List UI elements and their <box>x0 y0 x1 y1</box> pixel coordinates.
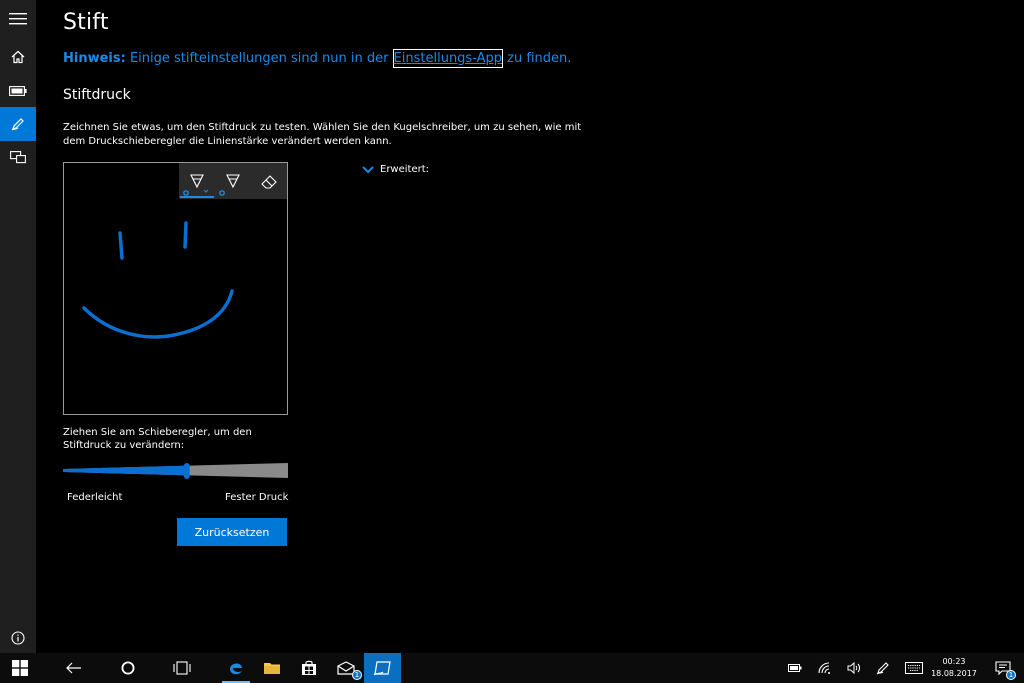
settings-app-link[interactable]: Einstellungs-App <box>392 49 504 68</box>
hint-text-after: zu finden. <box>503 51 572 66</box>
volume-icon[interactable] <box>843 653 865 683</box>
mail-badge: 1 <box>352 670 362 680</box>
navigation-rail <box>0 0 36 653</box>
pressure-slider[interactable] <box>63 461 288 481</box>
hint-text: Hinweis: Einige stifteinstellungen sind … <box>63 49 572 68</box>
slider-label: Ziehen Sie am Schieberegler, um den Stif… <box>63 427 252 451</box>
store-icon[interactable] <box>291 653 327 683</box>
eraser-icon[interactable] <box>251 163 287 199</box>
ink-drawing <box>82 221 234 339</box>
page-title: Stift <box>63 10 109 35</box>
pen-app-icon[interactable] <box>364 653 401 683</box>
ballpoint-pen-icon[interactable] <box>179 163 215 199</box>
devices-icon[interactable] <box>0 140 36 174</box>
network-icon[interactable] <box>814 653 836 683</box>
pen-icon[interactable] <box>0 107 36 141</box>
section-description: Zeichnen Sie etwas, um den Stiftdruck zu… <box>63 122 582 147</box>
info-icon[interactable] <box>0 621 36 655</box>
advanced-expander[interactable]: Erweitert: <box>362 164 429 175</box>
notification-badge: 1 <box>1006 670 1016 680</box>
taskbar: 1 00:23 18.08.2017 1 <box>0 653 1024 683</box>
keyboard-icon[interactable] <box>902 653 926 683</box>
slider-min-label: Federleicht <box>67 492 123 503</box>
hint-text-before: Einige stifteinstellungen sind nun in de… <box>125 51 393 66</box>
clock[interactable]: 00:23 18.08.2017 <box>928 656 980 680</box>
hint-prefix: Hinweis: <box>63 51 126 66</box>
reset-button[interactable]: Zurücksetzen <box>177 518 287 546</box>
advanced-label: Erweitert: <box>380 164 430 175</box>
windows-start-icon[interactable] <box>0 653 40 683</box>
task-view-icon[interactable] <box>164 653 200 683</box>
pen-toolbar <box>179 163 287 199</box>
slider-thumb[interactable] <box>183 463 190 479</box>
chevron-down-icon <box>362 165 374 173</box>
section-title: Stiftdruck <box>63 87 131 103</box>
edge-icon[interactable] <box>218 653 254 683</box>
back-arrow-icon[interactable] <box>56 653 92 683</box>
main-content: Stift Hinweis: Einige stifteinstellungen… <box>36 0 1024 653</box>
clock-date: 18.08.2017 <box>931 669 977 678</box>
battery-icon[interactable] <box>0 74 36 108</box>
mail-icon[interactable]: 1 <box>328 653 364 683</box>
hamburger-menu-icon[interactable] <box>0 2 36 36</box>
clock-time: 00:23 <box>942 657 966 666</box>
drawing-canvas[interactable] <box>63 162 288 415</box>
notification-icon[interactable]: 1 <box>988 653 1018 683</box>
tray-pen-icon[interactable] <box>872 653 894 683</box>
file-explorer-icon[interactable] <box>254 653 290 683</box>
slider-max-label: Fester Druck <box>225 492 289 503</box>
home-icon[interactable] <box>0 40 36 74</box>
tray-battery-icon[interactable] <box>784 653 806 683</box>
pencil-icon[interactable] <box>215 163 251 199</box>
cortana-icon[interactable] <box>110 653 146 683</box>
